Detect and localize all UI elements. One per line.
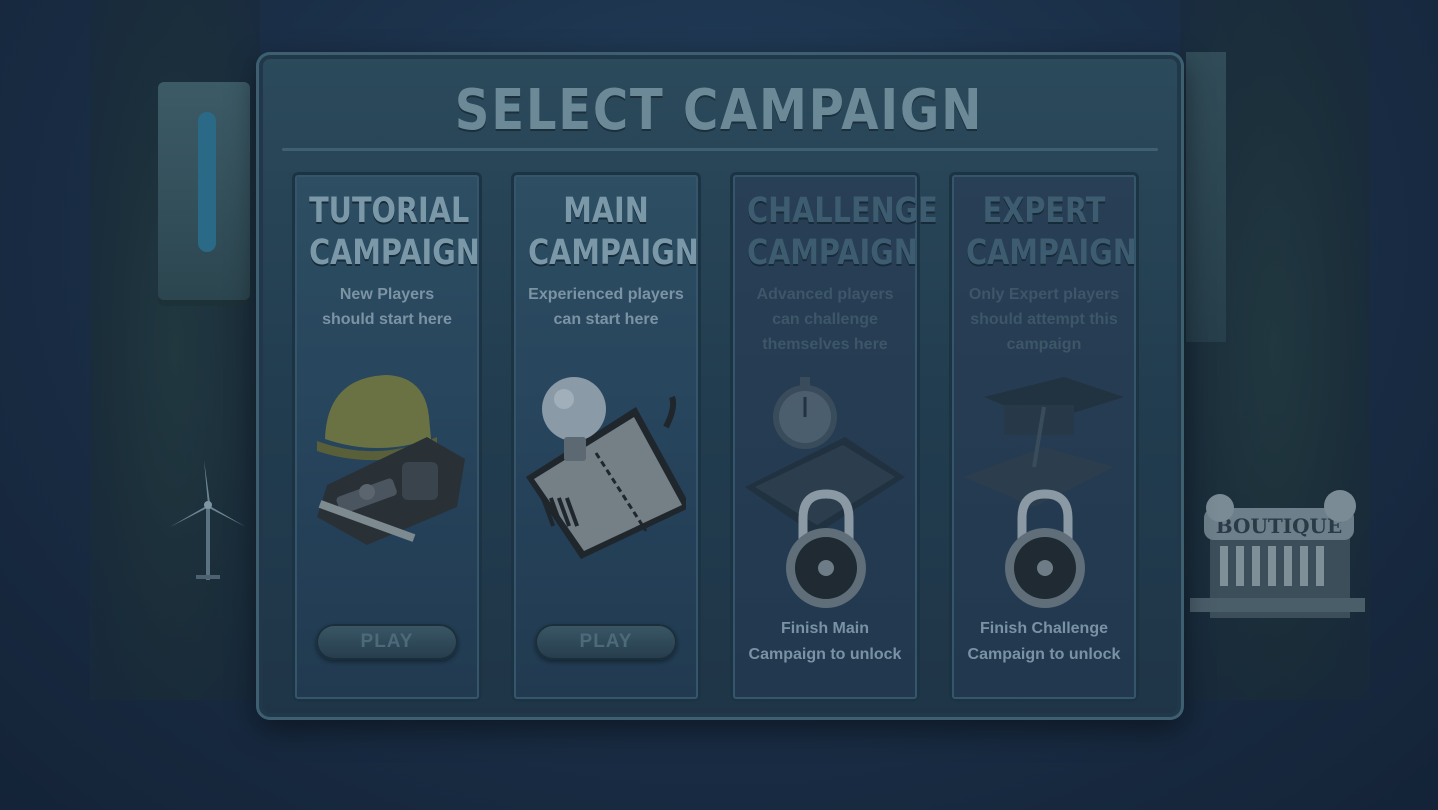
campaign-description: Experienced players can start here [519,282,693,332]
campaign-title-line1: CHALLENGE [747,191,938,231]
campaign-desc-line3: campaign [1006,336,1082,353]
campaign-card-expert: EXPERT CAMPAIGN Only Expert players shou… [949,172,1139,702]
unlock-line1: Finish Challenge [979,620,1108,637]
lightbulb-planner-icon [526,377,686,559]
campaign-title-line2: CAMPAIGN [309,233,480,273]
campaign-title-line2: CAMPAIGN [966,233,1137,273]
play-button-main[interactable]: PLAY [535,624,677,660]
unlock-requirement: Finish Challenge Campaign to unlock [949,616,1139,668]
campaign-desc-line1: Advanced players [756,286,894,303]
title-divider [282,148,1158,151]
wind-turbine-icon [170,460,246,580]
unlock-line1: Finish Main [781,620,869,637]
unlock-requirement: Finish Main Campaign to unlock [730,616,920,668]
boutique-shop-icon: BOUTIQUE [1190,490,1365,618]
campaign-description: Only Expert players should attempt this … [957,282,1131,357]
campaign-desc-line3: themselves here [762,336,888,353]
padlock-icon [786,489,866,608]
campaign-title: TUTORIAL CAMPAIGN [309,190,480,274]
campaign-title: MAIN CAMPAIGN [528,190,699,274]
campaign-title-line2: CAMPAIGN [747,233,918,273]
campaign-desc-line1: Experienced players [528,286,684,303]
campaign-desc-line2: should start here [322,311,452,328]
play-button-tutorial[interactable]: PLAY [316,624,458,660]
padlock-icon [1005,489,1085,608]
dialog-title: SELECT CAMPAIGN [454,78,984,143]
boutique-sign-text: BOUTIQUE [1216,514,1342,538]
campaign-desc-line2: should attempt this [970,311,1118,328]
campaign-description: Advanced players can challenge themselve… [738,282,912,357]
campaign-title-line1: MAIN [563,191,649,231]
campaign-title-line2: CAMPAIGN [528,233,699,273]
campaign-desc-line1: Only Expert players [968,286,1120,303]
campaign-desc-line2: can challenge [772,311,878,328]
unlock-line2: Campaign to unlock [748,646,902,663]
campaign-desc-line1: New Players [339,286,435,303]
campaign-title-line1: EXPERT [982,191,1106,231]
campaign-description: New Players should start here [300,282,474,332]
campaign-title: EXPERT CAMPAIGN [966,190,1137,274]
campaign-title-line1: TUTORIAL [309,191,470,231]
unlock-line2: Campaign to unlock [967,646,1121,663]
campaign-card-tutorial: TUTORIAL CAMPAIGN New Players should sta… [292,172,482,702]
campaign-title: CHALLENGE CAMPAIGN [747,190,938,274]
campaign-card-main: MAIN CAMPAIGN Experienced players can st… [511,172,701,702]
hardhat-toolbelt-icon [317,375,465,545]
campaign-card-challenge: CHALLENGE CAMPAIGN Advanced players can … [730,172,938,702]
campaign-desc-line2: can start here [553,311,659,328]
